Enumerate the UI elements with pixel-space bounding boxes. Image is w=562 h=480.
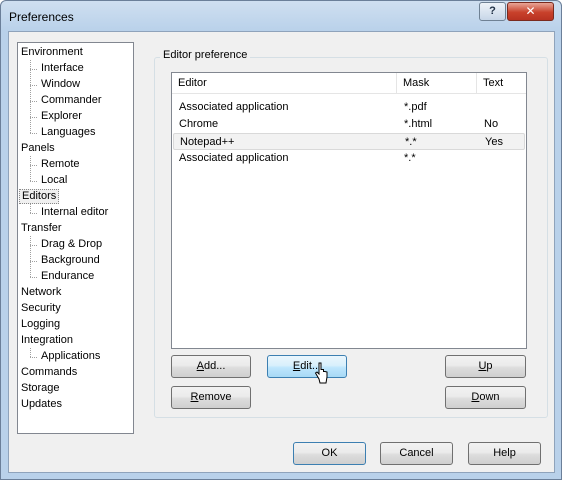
tree-item-interface[interactable]: Interface <box>39 61 86 76</box>
tree-item-logging[interactable]: Logging <box>19 317 62 332</box>
down-button[interactable]: Down <box>445 386 526 409</box>
tree-connector <box>30 277 37 278</box>
tree-connector <box>30 69 37 70</box>
tree-connector <box>30 85 37 86</box>
tree-connector <box>30 60 31 133</box>
tree-item-commands[interactable]: Commands <box>19 365 79 380</box>
tree-item-environment[interactable]: Environment <box>19 45 85 60</box>
editor-list[interactable]: Editor Mask Text Associated application *… <box>171 72 527 349</box>
tree-connector <box>30 245 37 246</box>
tree-item-endurance[interactable]: Endurance <box>39 269 96 284</box>
tree-item-remote[interactable]: Remote <box>39 157 82 172</box>
close-button[interactable]: ✕ <box>507 2 554 21</box>
tree-connector <box>30 117 37 118</box>
cell-text: No <box>484 118 499 130</box>
cell-mask: *.* <box>405 136 417 148</box>
add-button[interactable]: Add... <box>171 355 251 378</box>
tree-item-background[interactable]: Background <box>39 253 102 268</box>
list-header: Editor Mask Text <box>172 73 526 94</box>
remove-button[interactable]: Remove <box>171 386 251 409</box>
tree-item-security[interactable]: Security <box>19 301 63 316</box>
tree-item-internal-editor[interactable]: Internal editor <box>39 205 110 220</box>
tree-connector <box>30 165 37 166</box>
tree-item-explorer[interactable]: Explorer <box>39 109 84 124</box>
tree-item-window[interactable]: Window <box>39 77 82 92</box>
preferences-tree[interactable]: Environment Interface Window Commander Explo… <box>17 42 134 434</box>
title-help-button[interactable]: ? <box>479 2 506 21</box>
editor-preference-label: Editor preference <box>160 49 251 61</box>
cell-editor: Chrome <box>179 118 219 130</box>
cell-mask: *.pdf <box>404 101 427 113</box>
up-button[interactable]: Up <box>445 355 526 378</box>
table-row[interactable]: Chrome *.html No <box>173 116 525 133</box>
tree-item-applications[interactable]: Applications <box>39 349 102 364</box>
table-row[interactable]: Notepad++ *.* Yes <box>173 133 525 150</box>
cell-mask: *.* <box>404 152 416 164</box>
tree-item-storage[interactable]: Storage <box>19 381 62 396</box>
hand-pointer-icon <box>314 362 328 384</box>
tree-connector <box>30 261 37 262</box>
table-row[interactable]: Associated application *.pdf <box>173 99 525 116</box>
cell-text: Yes <box>485 136 503 148</box>
tree-connector <box>30 348 31 357</box>
cancel-button[interactable]: Cancel <box>380 442 453 465</box>
window-title: Preferences <box>9 10 74 24</box>
column-header-mask[interactable]: Mask <box>397 73 477 94</box>
tree-item-transfer[interactable]: Transfer <box>19 221 64 236</box>
preferences-window: Preferences ? ✕ Environment Interface Wind… <box>0 0 562 480</box>
tree-connector <box>30 357 37 358</box>
tree-item-editors[interactable]: Editors <box>19 189 60 204</box>
cell-mask: *.html <box>404 118 433 130</box>
column-header-editor[interactable]: Editor <box>172 73 397 94</box>
table-row[interactable]: Associated application *.* <box>173 150 525 167</box>
tree-connector <box>30 133 37 134</box>
tree-connector <box>30 181 37 182</box>
tree-connector <box>30 213 37 214</box>
dialog-client-area: Environment Interface Window Commander Explo… <box>8 31 555 473</box>
tree-item-languages[interactable]: Languages <box>39 125 97 140</box>
tree-item-integration[interactable]: Integration <box>19 333 75 348</box>
tree-item-drag-drop[interactable]: Drag & Drop <box>39 237 104 252</box>
column-header-text[interactable]: Text <box>477 73 526 94</box>
edit-button[interactable]: Edit... <box>267 355 347 378</box>
help-button[interactable]: Help <box>468 442 541 465</box>
title-bar[interactable]: Preferences ? ✕ <box>1 1 561 31</box>
cell-editor: Associated application <box>179 101 289 113</box>
tree-item-updates[interactable]: Updates <box>19 397 64 412</box>
tree-item-commander[interactable]: Commander <box>39 93 104 108</box>
tree-item-local[interactable]: Local <box>39 173 69 188</box>
cell-editor: Notepad++ <box>180 136 235 148</box>
cell-editor: Associated application <box>179 152 289 164</box>
ok-button[interactable]: OK <box>293 442 366 465</box>
tree-connector <box>30 101 37 102</box>
tree-connector <box>30 236 31 277</box>
tree-item-network[interactable]: Network <box>19 285 63 300</box>
tree-connector <box>30 156 31 181</box>
tree-item-panels[interactable]: Panels <box>19 141 57 156</box>
tree-connector <box>30 204 31 213</box>
